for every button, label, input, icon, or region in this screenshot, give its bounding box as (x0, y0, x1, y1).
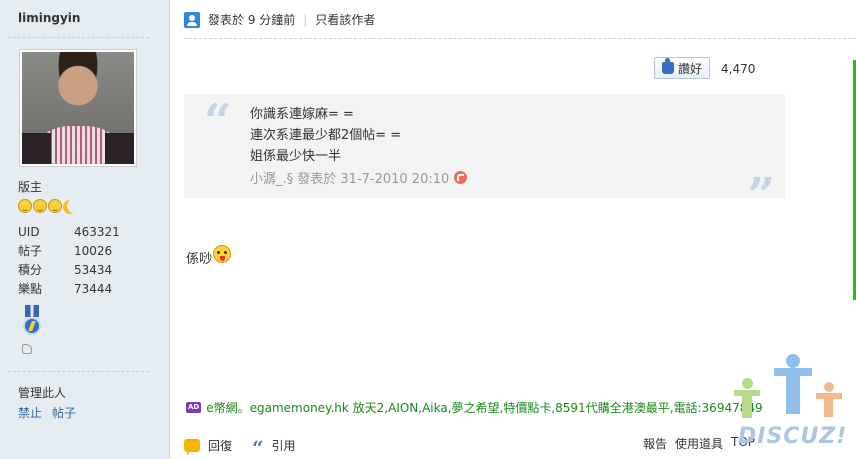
ad-badge: AD (186, 402, 202, 413)
post-message: 係唦 (186, 252, 213, 267)
tongue-smiley-icon (213, 244, 232, 263)
thumbs-up-icon (662, 58, 674, 74)
stat-label: 帖子 (18, 244, 43, 258)
sidebar-divider (8, 37, 149, 38)
post-body: 係唦 (186, 244, 232, 267)
stat-value: 73444 (74, 282, 113, 296)
quote-line: 連次系連最少都2個帖= = (250, 128, 402, 143)
ban-link[interactable]: 禁止 (18, 404, 42, 421)
post-time: 發表於 9 分鐘前 (208, 13, 296, 27)
user-icon (184, 11, 200, 28)
medal-ribbon (25, 305, 39, 317)
quote-icon[interactable]: “ (252, 438, 264, 458)
avatar-jacket (22, 132, 134, 164)
stat-row: 帖子 10026 (18, 242, 120, 261)
report-button[interactable]: 報告 (643, 435, 667, 452)
sun-icon (33, 199, 47, 213)
use-tools-button[interactable]: 使用道具 (675, 435, 723, 452)
moon-icon (67, 199, 81, 213)
rank-stars (18, 199, 77, 213)
manage-actions: 禁止 帖子 (18, 404, 76, 421)
medal-coin (23, 317, 41, 335)
stat-label: UID (18, 225, 40, 239)
post-info: 發表於 9 分鐘前 | 只看該作者 (184, 11, 375, 28)
sun-icon (48, 199, 62, 213)
like-label: 讚好 (678, 61, 703, 76)
jump-back-icon[interactable] (454, 171, 468, 184)
user-stats: UID 463321 帖子 10026 積分 53434 樂點 73444 (18, 223, 120, 299)
separator: | (303, 12, 308, 27)
stat-row: 樂點 73444 (18, 280, 120, 299)
watermark-figure (824, 382, 834, 392)
reply-icon[interactable] (184, 438, 200, 455)
like-count: 4,470 (721, 62, 756, 76)
stat-label: 樂點 (18, 282, 43, 296)
avatar-photo (22, 52, 134, 164)
stat-value: 10026 (74, 244, 113, 258)
quote-text: 你識系連嫁麻= = 連次系連最少都2個帖= = 姐係最少快一半 (250, 104, 401, 167)
author-sidebar: limingyin 版主 UID 463321 帖子 10026 積分 5343… (0, 0, 170, 459)
stat-row: 積分 53434 (18, 261, 120, 280)
quote-button[interactable]: 引用 (272, 437, 296, 454)
discuz-watermark: DISCUZ! (728, 352, 856, 459)
ad-banner[interactable]: AD e幣網。egamemoney.hk 放天2,AION,Aika,夢之希望,… (186, 399, 763, 416)
stat-label: 積分 (18, 263, 43, 277)
watermark-figure (742, 378, 753, 389)
watermark-figure-leg (824, 397, 833, 417)
watermark-text: DISCUZ! (738, 424, 848, 449)
author-only-link[interactable]: 只看該作者 (315, 11, 375, 28)
medal-icon[interactable] (22, 305, 42, 339)
ad-text[interactable]: e幣網。egamemoney.hk 放天2,AION,Aika,夢之希望,特價點… (206, 399, 762, 416)
watermark-figure-leg (786, 374, 800, 414)
sun-icon (18, 199, 32, 213)
quote-block: “ 你識系連嫁麻= = 連次系連最少都2個帖= = 姐係最少快一半 小潺_.§ … (184, 94, 785, 220)
rss-icon[interactable] (22, 344, 32, 354)
sidebar-divider (8, 371, 149, 372)
quote-meta: 小潺_.§ 發表於 31-7-2010 20:10 (250, 168, 468, 187)
author-username[interactable]: limingyin (18, 11, 80, 25)
watermark-figure-leg (742, 394, 752, 418)
avatar[interactable] (19, 49, 137, 167)
quote-line: 你識系連嫁麻= = (250, 107, 354, 122)
quote-source: 小潺_.§ 發表於 31-7-2010 20:10 (250, 172, 450, 187)
user-rank: 版主 (18, 180, 43, 194)
close-quote-icon: ” (747, 168, 775, 224)
stat-row: UID 463321 (18, 223, 120, 242)
quote-line: 姐係最少快一半 (250, 149, 342, 164)
posts-link[interactable]: 帖子 (52, 404, 76, 421)
header-divider (184, 38, 856, 39)
manage-user-label: 管理此人 (18, 386, 67, 400)
like-button[interactable]: 讚好 (654, 57, 711, 79)
stat-value: 53434 (74, 263, 113, 277)
reply-button[interactable]: 回復 (208, 437, 232, 454)
watermark-figure (786, 354, 800, 368)
stat-value: 463321 (74, 225, 120, 239)
open-quote-icon: “ (204, 94, 232, 150)
